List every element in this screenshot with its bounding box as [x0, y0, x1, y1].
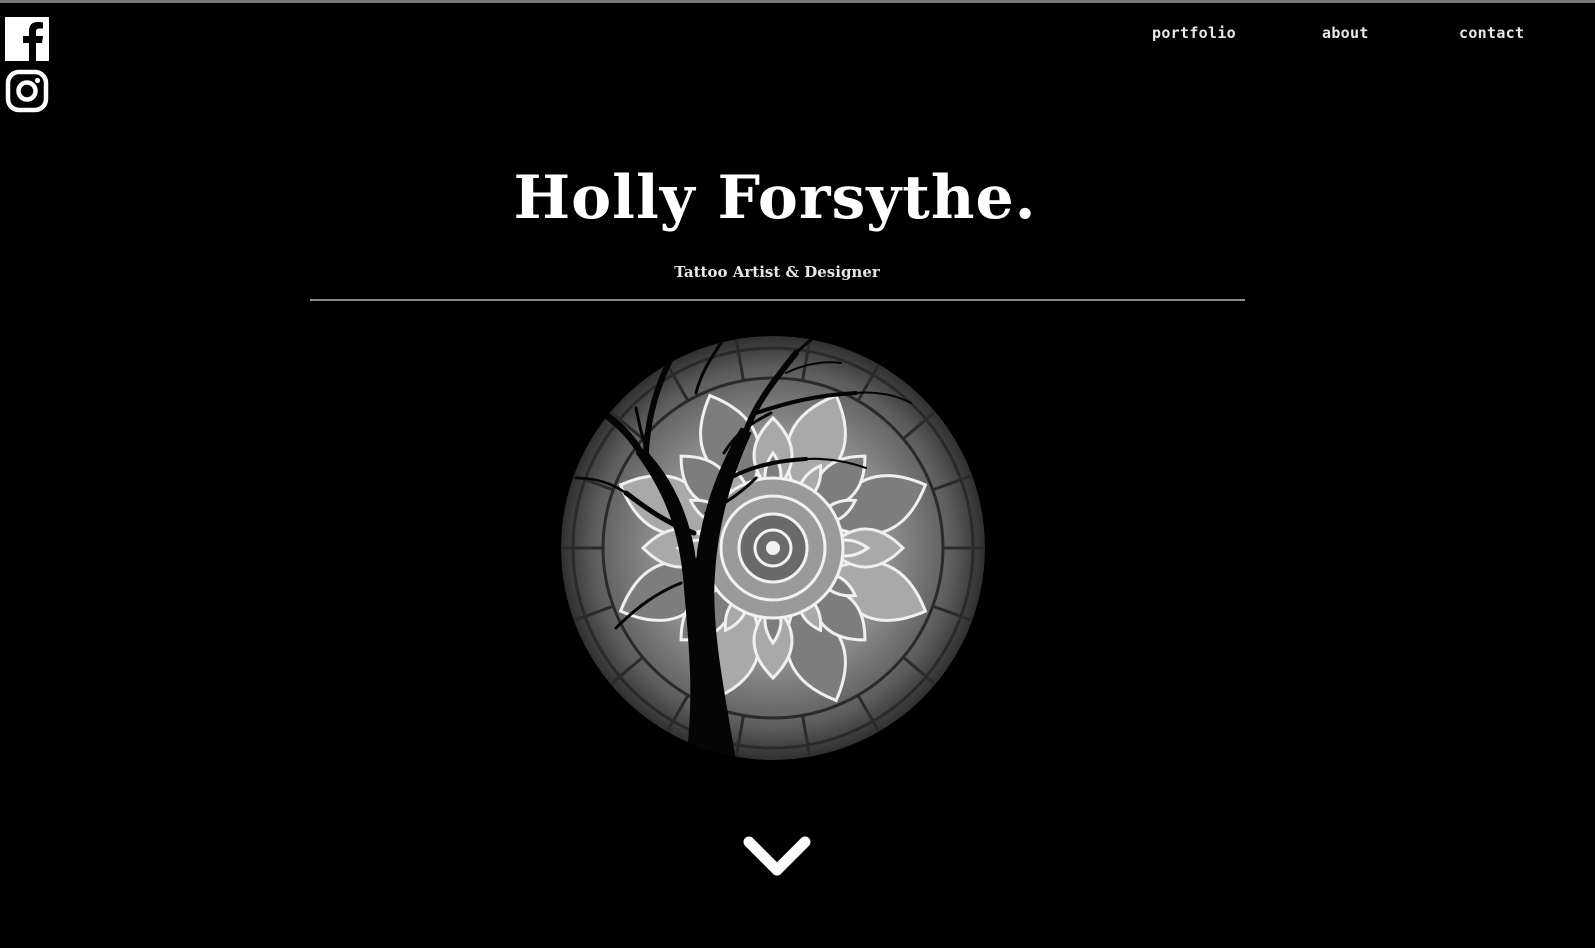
instagram-link[interactable]: [4, 68, 50, 114]
top-border: [0, 0, 1595, 3]
nav-item-about[interactable]: about: [1322, 24, 1369, 42]
chevron-down-icon: [743, 836, 811, 876]
nav-item-contact[interactable]: contact: [1459, 24, 1524, 42]
nav-item-portfolio[interactable]: portfolio: [1152, 24, 1236, 42]
scroll-down-button[interactable]: [741, 834, 813, 880]
mandala-tree-image: [561, 336, 985, 760]
instagram-icon: [5, 69, 49, 113]
divider: [310, 299, 1245, 301]
site-subtitle: Tattoo Artist & Designer: [674, 263, 880, 281]
site-title: Holly Forsythe.: [513, 163, 1037, 233]
hero-artwork: [556, 333, 991, 763]
main-nav: portfolio about contact: [0, 24, 1595, 48]
